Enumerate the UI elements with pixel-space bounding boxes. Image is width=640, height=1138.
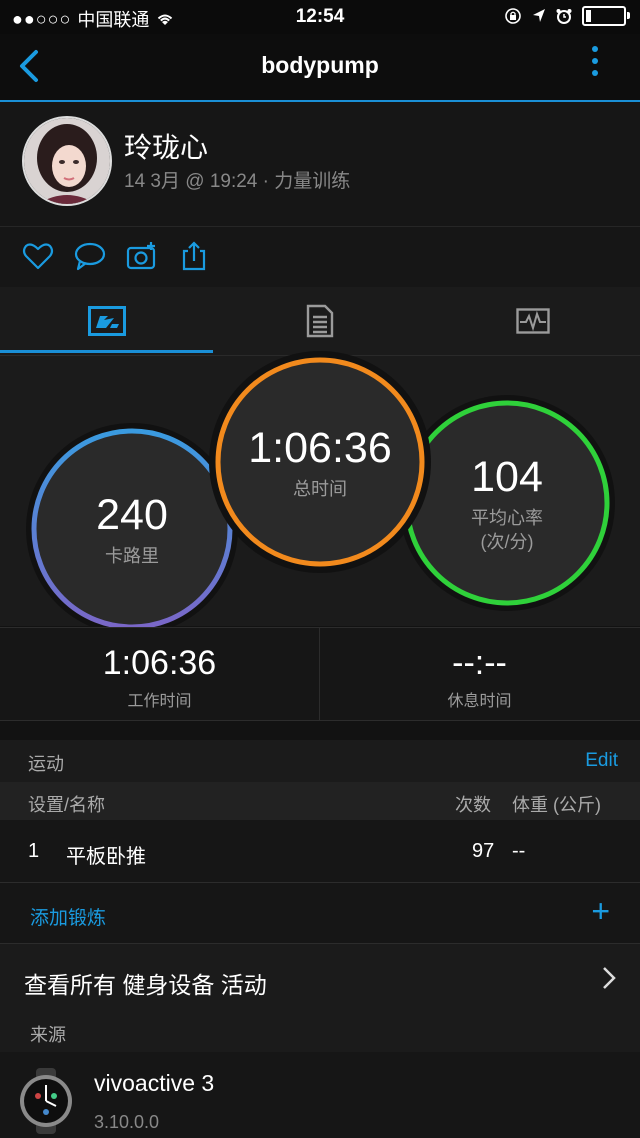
more-menu-icon[interactable] <box>592 46 600 82</box>
rest-time-value: --:-- <box>452 644 507 682</box>
exercise-column-headers: 设置/名称 次数 体重 (公斤) <box>0 782 640 820</box>
source-device[interactable]: vivoactive 3 3.10.0.0 <box>0 1052 640 1138</box>
exercise-row[interactable]: 1 平板卧推 97 -- <box>0 820 640 883</box>
exercises-header: 运动 Edit <box>0 740 640 782</box>
calories-value: 240 <box>96 490 168 539</box>
document-icon <box>306 304 333 338</box>
active-tab-indicator <box>0 350 213 353</box>
work-time-value: 1:06:36 <box>102 644 217 682</box>
exercises-title: 运动 <box>28 754 64 774</box>
source-header: 来源 <box>0 1014 640 1052</box>
add-exercise-label: 添加锻炼 <box>30 908 107 929</box>
work-time-label: 工作时间 <box>127 693 192 710</box>
work-rest-summary: 1:06:36 工作时间 --:-- 休息时间 <box>0 627 640 721</box>
add-exercise-row[interactable]: 添加锻炼 + <box>0 883 640 944</box>
status-bar: ●●○○○ 中国联通 12:54 <box>0 0 640 34</box>
edit-button[interactable]: Edit <box>585 750 618 772</box>
detail-tabs <box>0 287 640 356</box>
tab-details[interactable] <box>213 287 426 355</box>
battery-icon <box>582 6 630 26</box>
share-icon[interactable] <box>178 241 210 271</box>
total-time-label: 总时间 <box>293 478 347 499</box>
calories-stat: 240 卡路里 <box>32 429 232 629</box>
work-time-cell: 1:06:36 工作时间 <box>0 628 319 720</box>
like-icon[interactable] <box>22 241 54 271</box>
exercise-weight: -- <box>512 840 526 862</box>
source-title: 来源 <box>30 1025 66 1045</box>
view-all-row[interactable]: 查看所有 健身设备 活动 <box>0 944 640 1015</box>
tab-charts[interactable] <box>426 287 639 355</box>
tab-overview[interactable] <box>0 287 213 355</box>
column-reps: 次数 <box>455 795 491 815</box>
summary-stats: 240 卡路里 104 平均心率 (次/分) 1:06:36 总时间 <box>0 351 640 635</box>
view-all-label: 查看所有 健身设备 活动 <box>24 972 267 998</box>
location-icon <box>533 9 545 22</box>
alarm-icon <box>556 9 572 24</box>
heart-rate-unit: (次/分) <box>480 531 534 552</box>
total-time-stat: 1:06:36 总时间 <box>218 360 422 564</box>
exercise-reps: 97 <box>472 840 495 862</box>
navigation-bar: bodypump <box>0 34 640 102</box>
device-version: 3.10.0.0 <box>94 1112 160 1132</box>
status-right <box>504 6 630 26</box>
heart-rate-stat: 104 平均心率 (次/分) <box>407 403 607 603</box>
rotation-lock-icon <box>505 8 521 24</box>
total-time-value: 1:06:36 <box>248 423 392 472</box>
watch-icon <box>20 1068 72 1134</box>
add-icon[interactable]: + <box>591 895 610 927</box>
activity-meta: 14 3月 @ 19:24 · 力量训练 <box>124 171 351 192</box>
page-title: bodypump <box>261 52 379 78</box>
rest-time-label: 休息时间 <box>447 693 512 710</box>
comment-icon[interactable] <box>74 241 106 271</box>
rest-time-cell: --:-- 休息时间 <box>320 628 639 720</box>
social-actions <box>0 227 640 287</box>
overview-icon <box>87 306 126 336</box>
exercise-index: 1 <box>28 840 40 862</box>
chevron-right-icon <box>603 967 616 989</box>
heart-rate-value: 104 <box>471 452 543 501</box>
column-name: 设置/名称 <box>28 795 106 815</box>
avatar-image <box>24 118 110 204</box>
calories-label: 卡路里 <box>105 545 159 566</box>
activity-header: 玲珑心 14 3月 @ 19:24 · 力量训练 <box>0 102 640 227</box>
add-photo-icon[interactable] <box>126 241 158 271</box>
chart-icon <box>515 308 550 334</box>
device-name: vivoactive 3 <box>94 1070 215 1096</box>
heart-rate-label: 平均心率 <box>471 507 543 528</box>
user-name[interactable]: 玲珑心 <box>124 126 208 166</box>
avatar[interactable] <box>22 116 112 206</box>
exercise-name: 平板卧推 <box>66 846 146 868</box>
column-weight: 体重 (公斤) <box>512 795 601 815</box>
